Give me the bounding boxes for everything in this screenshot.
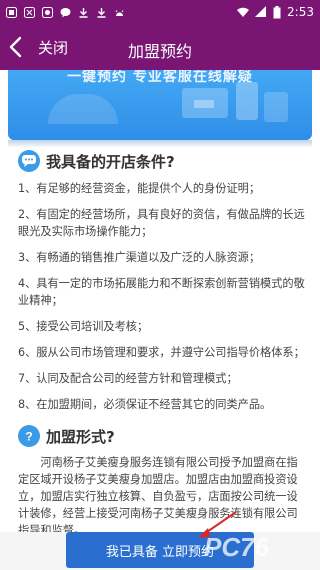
form-heading: ? 加盟形式? — [18, 425, 115, 447]
svg-text:PC76: PC76 — [204, 532, 270, 562]
condition-item: 1、有足够的经营资金，能提供个人的身份证明； — [18, 182, 261, 195]
banner-decoration — [48, 94, 118, 124]
condition-item: 8、在加盟期间，必须保证不经营其它的同类产品。 — [18, 398, 272, 411]
conditions-heading: 我具备的开店条件? — [18, 150, 175, 172]
page-title: 加盟预约 — [127, 42, 192, 61]
status-bar: 2:53 — [0, 0, 320, 24]
message-icon — [60, 7, 71, 17]
banner-devices-illustration — [182, 82, 288, 122]
wifi-icon — [237, 7, 250, 17]
banner-shadow — [8, 140, 312, 148]
form-title: 加盟形式? — [46, 427, 115, 446]
condition-item: 7、认同及配合公司的经营方针和管理模式； — [18, 372, 238, 385]
condition-item: 3、有畅通的销售推广渠道以及广泛的人脉资源； — [18, 251, 261, 264]
condition-item: 6、服从公司市场管理和要求，并遵守公司指导价格体系； — [18, 346, 305, 359]
app-header: 关闭 加盟预约 — [0, 24, 320, 70]
notification-app-icon — [6, 6, 17, 18]
chat-bubble-icon — [18, 150, 40, 172]
notification-icons — [6, 4, 125, 20]
pc6-watermark-logo: PC76 — [204, 532, 270, 562]
cell-signal-icon — [255, 6, 267, 17]
svg-text:?: ? — [25, 430, 32, 444]
download-icon — [97, 7, 106, 18]
condition-item: 4、具有一定的市场拓展能力和不断探索创新营销模式的敬业精神； — [18, 277, 305, 307]
form-description: 河南杨子艾美瘦身服务连锁有限公司授予加盟商在指定区域开设杨子艾美瘦身加盟店。加盟… — [18, 456, 298, 537]
clock: 2:53 — [287, 5, 314, 19]
download-icon — [79, 7, 88, 18]
question-icon: ? — [18, 425, 40, 447]
battery-icon — [273, 5, 281, 18]
promo-banner: 一键预约 专业客服在线解疑 — [8, 70, 312, 140]
system-status: 2:53 — [237, 3, 314, 21]
conditions-title: 我具备的开店条件? — [46, 152, 175, 171]
notification-app-icon — [42, 6, 53, 18]
condition-item: 2、有固定的经营场所，具有良好的资信，有做品牌的长远眼光及实际市场操作能力； — [18, 208, 305, 238]
android-debug-icon — [115, 9, 124, 16]
condition-item: 5、接受公司培训及考核； — [18, 320, 149, 333]
notification-app-icon — [24, 6, 35, 18]
